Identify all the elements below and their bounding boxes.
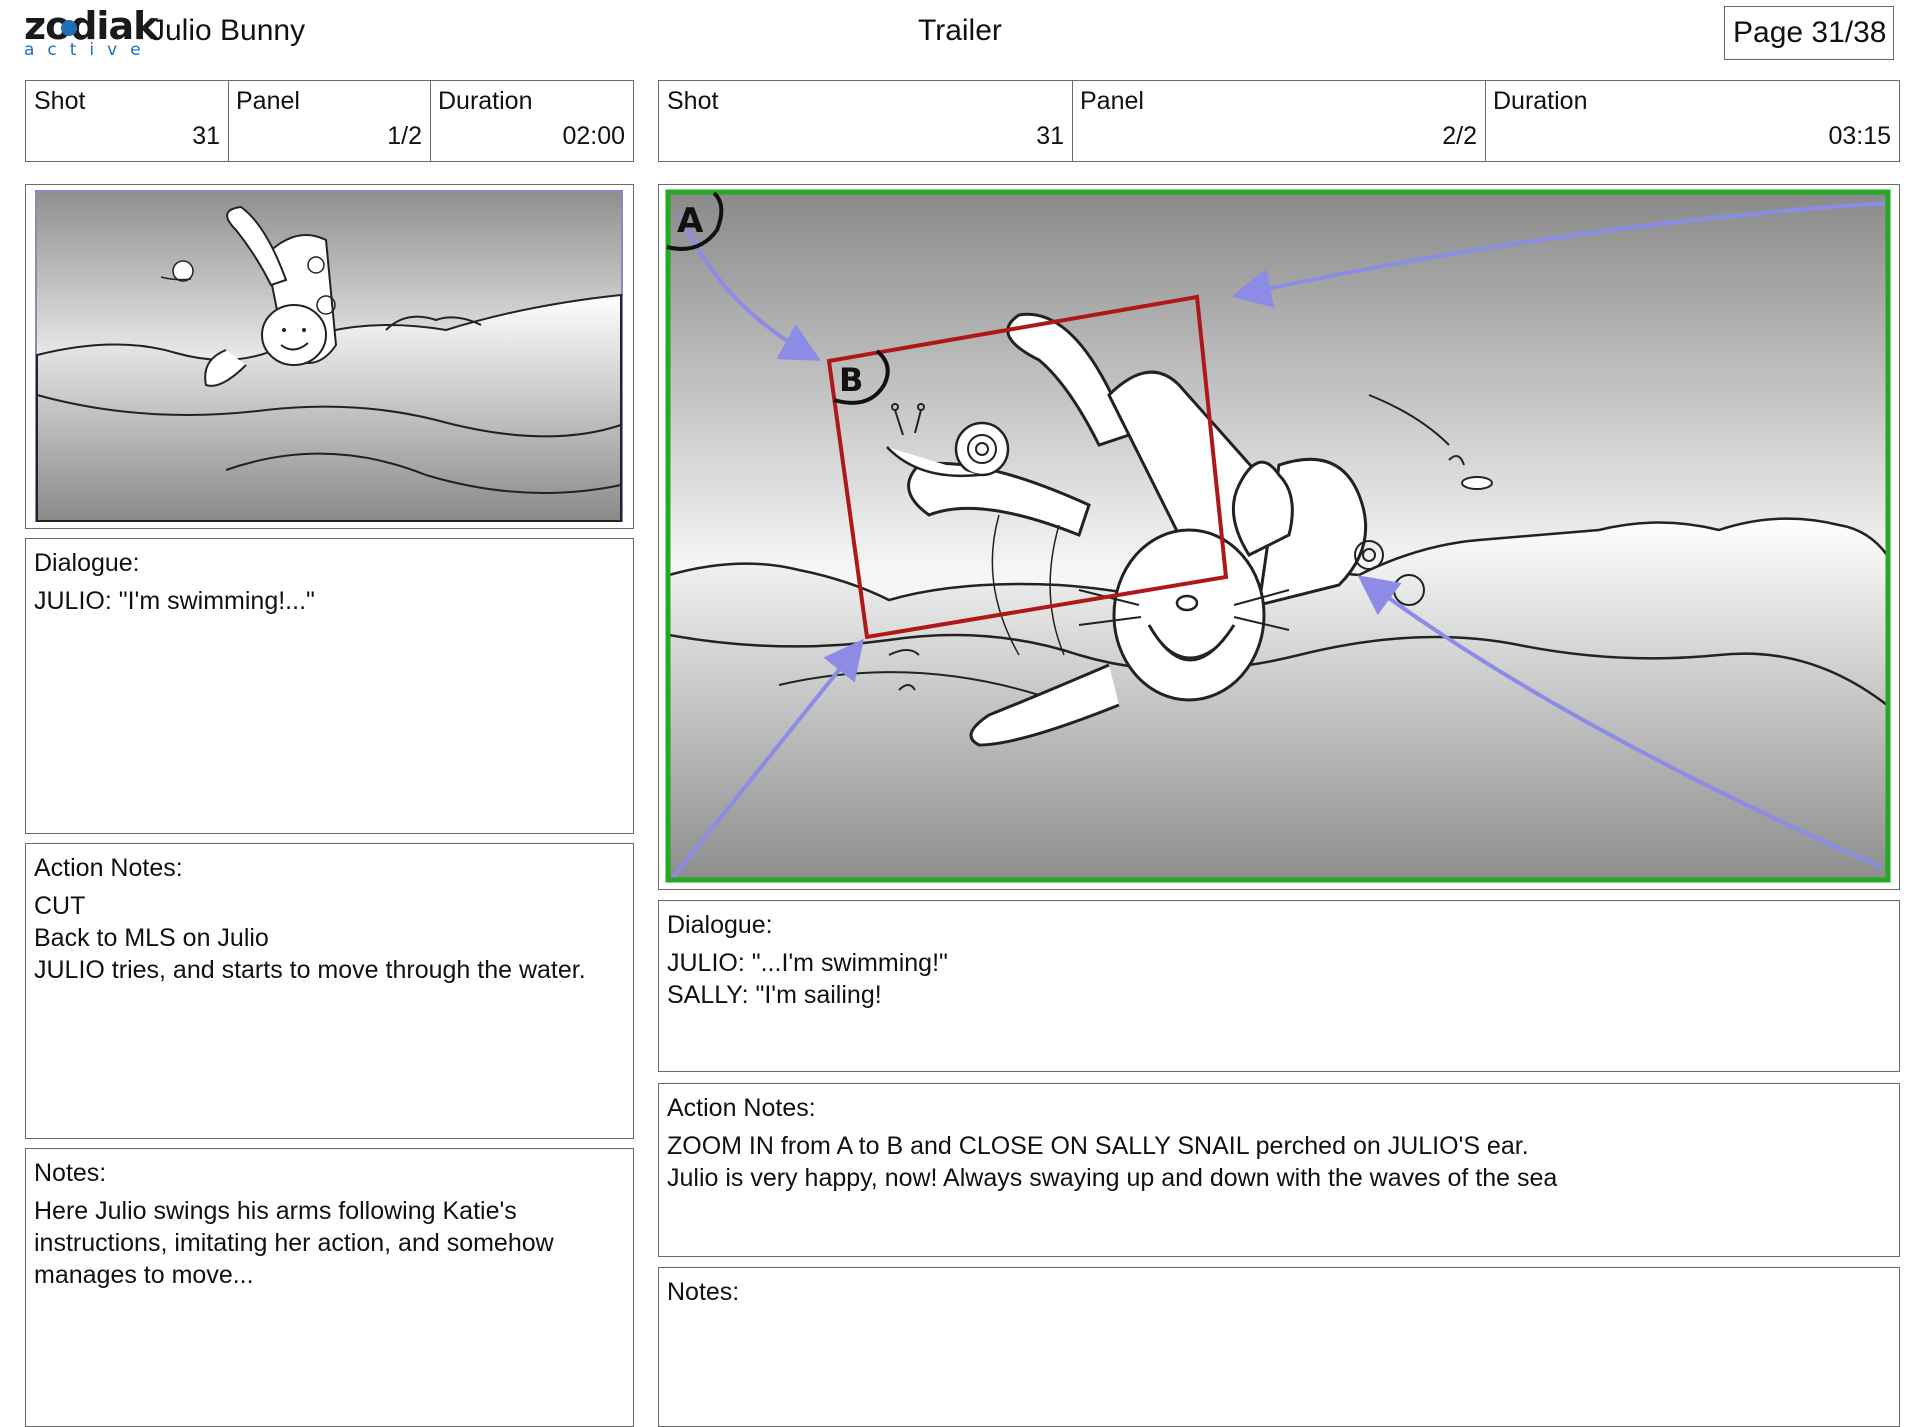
dialogue-label: Dialogue: bbox=[34, 549, 140, 577]
shot-label: Shot bbox=[34, 87, 86, 115]
left-sketch-frame bbox=[25, 184, 634, 529]
duration-value: 03:15 bbox=[1828, 122, 1891, 150]
right-shot-header: Shot 31 Panel 2/2 Duration 03:15 bbox=[658, 80, 1900, 162]
right-sketch-frame: A B bbox=[658, 184, 1900, 890]
left-dialogue-box: Dialogue: JULIO: "I'm swimming!..." bbox=[25, 538, 634, 834]
left-shot-header: Shot 31 Panel 1/2 Duration 02:00 bbox=[25, 80, 634, 162]
episode-title: Trailer bbox=[918, 14, 1002, 47]
action-note-line: Back to MLS on Julio bbox=[34, 924, 269, 952]
left-panel-cell: Panel 1/2 bbox=[228, 81, 431, 161]
left-notes-box: Notes: Here Julio swings his arms follow… bbox=[25, 1148, 634, 1427]
left-shot-cell: Shot 31 bbox=[26, 81, 229, 161]
page-label: Page 31/38 bbox=[1733, 16, 1887, 49]
action-note-line: CUT bbox=[34, 892, 86, 920]
panel-label: Panel bbox=[1080, 87, 1144, 115]
logo-sub: active bbox=[24, 40, 154, 60]
shot-value: 31 bbox=[1036, 122, 1064, 150]
action-note-line: JULIO tries, and starts to move through … bbox=[34, 956, 586, 984]
right-duration-cell: Duration 03:15 bbox=[1485, 81, 1899, 161]
page-indicator: Page 31/38 bbox=[1724, 6, 1894, 60]
logo: zodiak active bbox=[24, 4, 158, 62]
notes-label: Notes: bbox=[667, 1278, 740, 1306]
right-action-notes-box: Action Notes: ZOOM IN from A to B and CL… bbox=[658, 1083, 1900, 1257]
dialogue-line: JULIO: "...I'm swimming!" bbox=[667, 949, 948, 977]
duration-label: Duration bbox=[438, 87, 533, 115]
shot-label: Shot bbox=[667, 87, 719, 115]
right-notes-box: Notes: bbox=[658, 1267, 1900, 1427]
dialogue-line: SALLY: "I'm sailing! bbox=[667, 981, 882, 1009]
shot-value: 31 bbox=[192, 122, 220, 150]
left-action-notes-box: Action Notes: CUT Back to MLS on Julio J… bbox=[25, 843, 634, 1139]
left-duration-cell: Duration 02:00 bbox=[430, 81, 633, 161]
right-dialogue-box: Dialogue: JULIO: "...I'm swimming!" SALL… bbox=[658, 900, 1900, 1072]
action-note-line: Julio is very happy, now! Always swaying… bbox=[667, 1164, 1558, 1192]
notes-line: manages to move... bbox=[34, 1261, 254, 1289]
left-sketch-image bbox=[35, 190, 623, 522]
action-notes-label: Action Notes: bbox=[34, 854, 183, 882]
right-shot-cell: Shot 31 bbox=[659, 81, 1073, 161]
logo-dot-icon bbox=[61, 20, 77, 36]
series-title: Julio Bunny bbox=[150, 14, 306, 47]
dialogue-line: JULIO: "I'm swimming!..." bbox=[34, 587, 315, 615]
notes-line: Here Julio swings his arms following Kat… bbox=[34, 1197, 517, 1225]
dialogue-label: Dialogue: bbox=[667, 911, 773, 939]
marker-a-label: A bbox=[677, 201, 704, 241]
right-panel-cell: Panel 2/2 bbox=[1072, 81, 1486, 161]
duration-value: 02:00 bbox=[562, 122, 625, 150]
notes-line: instructions, imitating her action, and … bbox=[34, 1229, 554, 1257]
notes-label: Notes: bbox=[34, 1159, 107, 1187]
action-note-line: ZOOM IN from A to B and CLOSE ON SALLY S… bbox=[667, 1132, 1529, 1160]
duration-label: Duration bbox=[1493, 87, 1588, 115]
action-notes-label: Action Notes: bbox=[667, 1094, 816, 1122]
panel-label: Panel bbox=[236, 87, 300, 115]
panel-value: 2/2 bbox=[1442, 122, 1477, 150]
marker-b-label: B bbox=[839, 361, 863, 399]
panel-value: 1/2 bbox=[387, 122, 422, 150]
right-sketch-image: A B bbox=[665, 189, 1891, 883]
